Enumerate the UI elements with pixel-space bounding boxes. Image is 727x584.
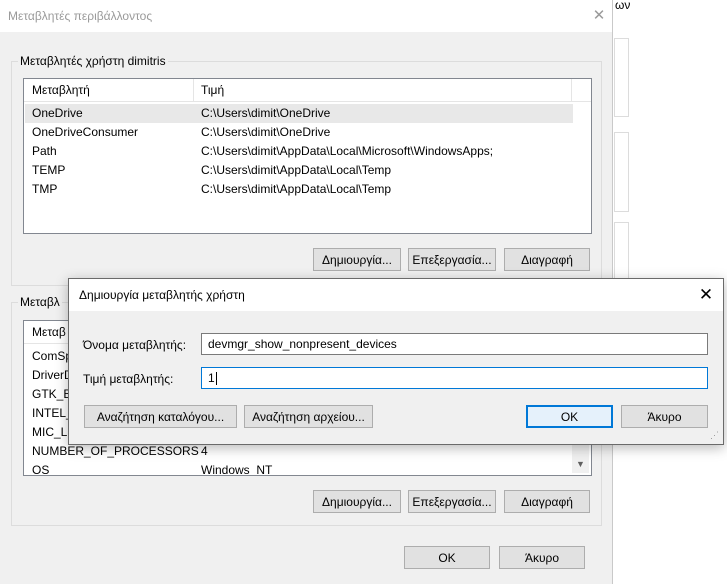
text-caret [215, 372, 217, 386]
variable-value: 4 [201, 444, 208, 458]
title-bar: Μεταβλητές περιβάλλοντος ✕ [0, 0, 612, 32]
user-edit-button[interactable]: Επεξεργασία... [408, 248, 496, 271]
variable-name: OneDrive [32, 106, 83, 120]
background-window-text: ων [615, 0, 631, 12]
table-row[interactable]: OneDrive C:\Users\dimit\OneDrive [25, 104, 573, 123]
browse-file-button[interactable]: Αναζήτηση αρχείου... [244, 405, 373, 428]
column-header-variable[interactable]: Μεταβλητή [32, 83, 90, 97]
new-user-variable-dialog: Δημιουργία μεταβλητής χρήστη ✕ Όνομα μετ… [68, 278, 724, 445]
system-variables-legend: Μεταβλ [18, 295, 62, 309]
background-panel [614, 38, 629, 117]
variable-name: ComSp [32, 349, 73, 363]
close-icon[interactable]: ✕ [694, 284, 718, 306]
variable-value-label: Τιμή μεταβλητής: [83, 372, 174, 386]
variable-name: Path [32, 144, 57, 158]
table-row[interactable]: TEMP C:\Users\dimit\AppData\Local\Temp [25, 161, 573, 180]
system-delete-button[interactable]: Διαγραφή [504, 490, 590, 513]
variable-value: C:\Users\dimit\OneDrive [201, 106, 331, 120]
user-variables-legend: Μεταβλητές χρήστη dimitris [18, 54, 168, 68]
variable-value: C:\Users\dimit\OneDrive [201, 125, 331, 139]
variable-name: NUMBER_OF_PROCESSORS [32, 444, 199, 458]
list-header: Μεταβλητή Τιμή [24, 79, 591, 102]
table-row[interactable]: Path C:\Users\dimit\AppData\Local\Micros… [25, 142, 573, 161]
variable-value: C:\Users\dimit\AppData\Local\Temp [201, 182, 392, 196]
background-panel [614, 222, 629, 284]
system-edit-button[interactable]: Επεξεργασία... [408, 490, 496, 513]
column-separator[interactable] [193, 79, 194, 101]
variable-name: OneDriveConsumer [32, 125, 139, 139]
variable-name: OS [32, 463, 50, 476]
browse-directory-button[interactable]: Αναζήτηση καταλόγου... [84, 405, 237, 428]
variable-name-label: Όνομα μεταβλητής: [83, 338, 187, 352]
dialog-title: Μεταβλητές περιβάλλοντος [8, 9, 153, 23]
cancel-button[interactable]: Άκυρο [499, 546, 585, 569]
dialog-ok-button[interactable]: OK [526, 405, 613, 428]
scroll-down-icon[interactable]: ▼ [572, 456, 589, 473]
column-header-value[interactable]: Τιμή [201, 83, 224, 97]
user-delete-button[interactable]: Διαγραφή [504, 248, 590, 271]
system-new-button[interactable]: Δημιουργία... [313, 490, 401, 513]
variable-name-input[interactable]: devmgr_show_nonpresent_devices [201, 333, 708, 355]
variable-name-text: devmgr_show_nonpresent_devices [208, 337, 397, 351]
table-row[interactable]: TMP C:\Users\dimit\AppData\Local\Temp [25, 180, 573, 199]
ok-button[interactable]: OK [404, 546, 490, 569]
variable-value-text: 1 [208, 371, 215, 385]
table-row[interactable]: OS Windows_NT [25, 461, 573, 476]
variable-name: TMP [32, 182, 58, 196]
column-separator[interactable] [571, 79, 572, 101]
resize-grip-icon[interactable]: ⋰ [707, 429, 719, 441]
variable-value: Windows_NT [201, 463, 273, 476]
background-panel [614, 132, 629, 212]
user-variables-list[interactable]: Μεταβλητή Τιμή OneDrive C:\Users\dimit\O… [23, 78, 592, 234]
title-bar: Δημιουργία μεταβλητής χρήστη ✕ [69, 279, 723, 311]
variable-name: TEMP [32, 163, 66, 177]
variable-value: C:\Users\dimit\AppData\Local\Microsoft\W… [201, 144, 494, 158]
variable-name: DriverD [32, 368, 73, 382]
variable-value-input[interactable]: 1 [201, 367, 708, 389]
column-header-variable[interactable]: Μεταβ [32, 325, 66, 339]
table-row[interactable]: OneDriveConsumer C:\Users\dimit\OneDrive [25, 123, 573, 142]
dialog-title: Δημιουργία μεταβλητής χρήστη [79, 288, 245, 302]
variable-value: C:\Users\dimit\AppData\Local\Temp [201, 163, 392, 177]
close-icon[interactable]: ✕ [588, 6, 610, 26]
user-new-button[interactable]: Δημιουργία... [313, 248, 401, 271]
dialog-cancel-button[interactable]: Άκυρο [621, 405, 708, 428]
